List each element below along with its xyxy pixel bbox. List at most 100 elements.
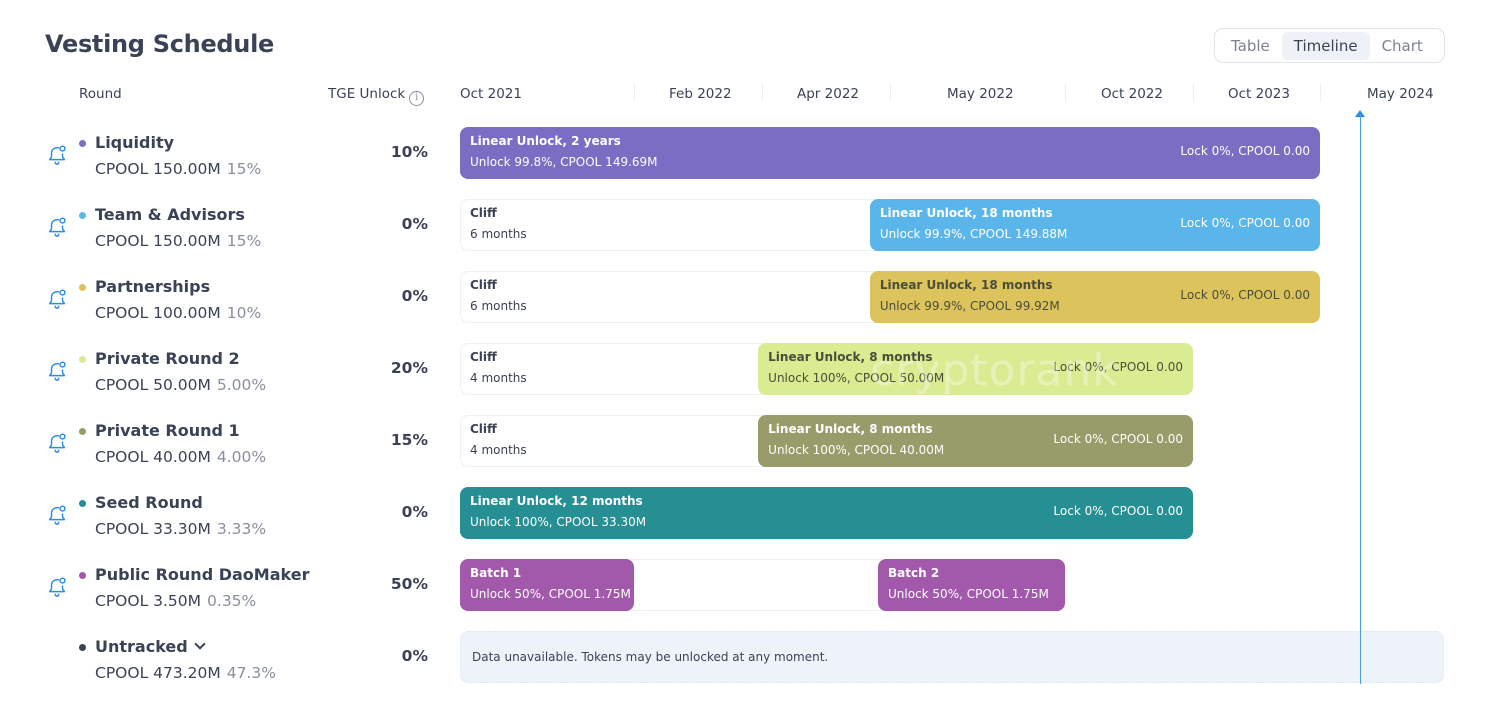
round-name: Private Round 2	[95, 349, 240, 368]
tge-unlock-value: 0%	[401, 287, 428, 305]
bell-alert-icon[interactable]	[46, 432, 68, 454]
tge-unlock-value: 50%	[390, 575, 428, 593]
round-allocation: CPOOL 33.30M 3.33%	[95, 520, 266, 538]
segment-detail: 6 months	[470, 227, 527, 241]
round-allocation: CPOOL 150.00M 15%	[95, 160, 261, 178]
round-name-text: Seed Round	[95, 493, 203, 512]
segment-lock: Lock 0%, CPOOL 0.00	[1053, 504, 1183, 518]
round-share: 0.35%	[207, 592, 257, 610]
round-amount: CPOOL 150.00M	[95, 232, 221, 250]
batch-segment[interactable]: Batch 1 Unlock 50%, CPOOL 1.75M	[460, 559, 634, 611]
round-amount: CPOOL 33.30M	[95, 520, 211, 538]
round-name: Liquidity	[95, 133, 174, 152]
segment-lock: Lock 0%, CPOOL 0.00	[1180, 288, 1310, 302]
timeline-tick-divider	[1320, 84, 1321, 102]
round-allocation: CPOOL 100.00M 10%	[95, 304, 261, 322]
page-title: Vesting Schedule	[45, 30, 274, 58]
round-color-dot	[79, 140, 86, 147]
linear-segment[interactable]: Linear Unlock, 2 years Unlock 99.8%, CPOO…	[460, 127, 1320, 179]
view-option-timeline[interactable]: Timeline	[1281, 31, 1370, 60]
view-option-table[interactable]: Table	[1219, 32, 1282, 60]
round-name-text: Private Round 2	[95, 349, 240, 368]
timeline-tick-label: Oct 2022	[1101, 86, 1163, 102]
timeline-tick-label: Feb 2022	[669, 86, 732, 102]
bell-alert-icon[interactable]	[46, 576, 68, 598]
round-name-text: Partnerships	[95, 277, 211, 296]
tge-unlock-value: 0%	[401, 215, 428, 233]
round-allocation: CPOOL 150.00M 15%	[95, 232, 261, 250]
round-share: 15%	[226, 232, 262, 250]
vesting-row: Private Round 2 CPOOL 50.00M 5.00% 20% Cliff…	[0, 343, 1499, 415]
column-header-tge-unlock: TGE Unlock i	[328, 86, 425, 106]
round-share: 4.00%	[216, 448, 267, 466]
segment-title: Cliff	[470, 278, 497, 292]
batch-segment[interactable]: Batch 2 Unlock 50%, CPOOL 1.75M	[878, 559, 1065, 611]
info-icon[interactable]: i	[409, 91, 425, 106]
cliff-segment[interactable]: Cliff 4 months	[460, 415, 758, 467]
segment-lock: Lock 0%, CPOOL 0.00	[1053, 360, 1183, 374]
round-allocation: CPOOL 3.50M 0.35%	[95, 592, 256, 610]
round-color-dot	[79, 428, 86, 435]
bell-alert-icon[interactable]	[46, 504, 68, 526]
round-name[interactable]: Untracked	[95, 637, 206, 656]
round-color-dot	[79, 212, 86, 219]
segment-title: Cliff	[470, 422, 497, 436]
round-share: 47.3%	[226, 664, 276, 682]
view-option-chart[interactable]: Chart	[1370, 32, 1435, 60]
cliff-segment[interactable]: Cliff 6 months	[460, 199, 870, 251]
linear-segment[interactable]: Linear Unlock, 8 months Unlock 100%, CPOO…	[758, 343, 1193, 395]
round-share: 15%	[226, 160, 262, 178]
round-share: 3.33%	[216, 520, 267, 538]
chevron-down-icon[interactable]	[194, 638, 206, 650]
round-name-text: Private Round 1	[95, 421, 240, 440]
segment-lock: Lock 0%, CPOOL 0.00	[1180, 216, 1310, 230]
round-amount: CPOOL 3.50M	[95, 592, 202, 610]
tge-unlock-value: 0%	[401, 503, 428, 521]
round-color-dot	[79, 644, 86, 651]
tge-unlock-value: 15%	[390, 431, 428, 449]
round-amount: CPOOL 50.00M	[95, 376, 211, 394]
vesting-row: Public Round DaoMaker CPOOL 3.50M 0.35% 50%…	[0, 559, 1499, 631]
round-color-dot	[79, 572, 86, 579]
segment-title: Cliff	[470, 206, 497, 220]
cliff-segment[interactable]: Cliff 6 months	[460, 271, 870, 323]
segment-lock: Lock 0%, CPOOL 0.00	[1053, 432, 1183, 446]
segment-detail: Unlock 50%, CPOOL 1.75M	[470, 587, 631, 601]
linear-segment[interactable]: Linear Unlock, 18 months Unlock 99.9%, CP…	[869, 199, 1320, 251]
timeline-tick-divider	[762, 84, 763, 102]
timeline-tick-label: May 2022	[947, 86, 1014, 102]
segment-detail: 6 months	[470, 299, 527, 313]
round-name: Private Round 1	[95, 421, 240, 440]
bell-alert-icon[interactable]	[46, 360, 68, 382]
round-allocation: CPOOL 50.00M 5.00%	[95, 376, 266, 394]
cliff-segment[interactable]: Cliff 4 months	[460, 343, 758, 395]
vesting-row: Liquidity CPOOL 150.00M 15% 10% Linear Unloc…	[0, 127, 1499, 199]
vesting-row: Partnerships CPOOL 100.00M 10% 0% Cliff 6 mon…	[0, 271, 1499, 343]
segment-title: Batch 1	[470, 566, 522, 580]
linear-segment[interactable]: Linear Unlock, 8 months Unlock 100%, CPOO…	[758, 415, 1193, 467]
round-color-dot	[79, 284, 86, 291]
round-allocation: CPOOL 473.20M 47.3%	[95, 664, 276, 682]
round-name: Public Round DaoMaker	[95, 565, 309, 584]
round-allocation: CPOOL 40.00M 4.00%	[95, 448, 266, 466]
bell-alert-icon[interactable]	[46, 144, 68, 166]
segment-detail: Unlock 50%, CPOOL 1.75M	[888, 587, 1049, 601]
timeline-tick-divider	[634, 84, 635, 102]
linear-segment[interactable]: Linear Unlock, 18 months Unlock 99.9%, CP…	[869, 271, 1320, 323]
linear-segment[interactable]: Linear Unlock, 12 months Unlock 100%, CPO…	[460, 487, 1193, 539]
round-name-text: Untracked	[95, 637, 188, 656]
segment-detail: 4 months	[470, 371, 527, 385]
vesting-row: Team & Advisors CPOOL 150.00M 15% 0% Cliff 6 …	[0, 199, 1499, 271]
column-header-round: Round	[79, 86, 122, 102]
segment-title: Cliff	[470, 350, 497, 364]
vesting-row: Private Round 1 CPOOL 40.00M 4.00% 15% Cliff…	[0, 415, 1499, 487]
segment-lock: Lock 0%, CPOOL 0.00	[1180, 144, 1310, 158]
vesting-row: Seed Round CPOOL 33.30M 3.33% 0% Linear Unlo…	[0, 487, 1499, 559]
bell-alert-icon[interactable]	[46, 216, 68, 238]
bell-alert-icon[interactable]	[46, 288, 68, 310]
round-amount: CPOOL 150.00M	[95, 160, 221, 178]
round-name: Seed Round	[95, 493, 203, 512]
round-share: 5.00%	[216, 376, 267, 394]
round-amount: CPOOL 100.00M	[95, 304, 221, 322]
tge-unlock-value: 20%	[390, 359, 428, 377]
